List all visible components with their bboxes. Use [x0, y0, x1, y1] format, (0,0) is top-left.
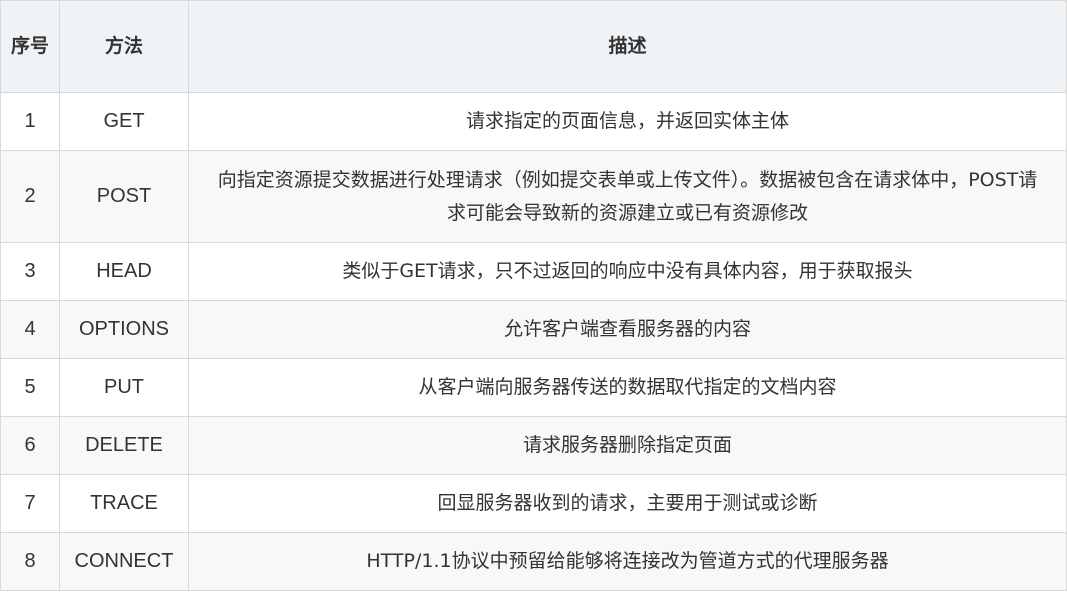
row-num: 8 — [0, 532, 60, 591]
row-desc: 向指定资源提交数据进行处理请求（例如提交表单或上传文件）。数据被包含在请求体中，… — [188, 150, 1067, 243]
table-row: 8 CONNECT HTTP/1.1协议中预留给能够将连接改为管道方式的代理服务… — [0, 532, 1067, 591]
row-num: 2 — [0, 150, 60, 243]
row-num: 5 — [0, 358, 60, 417]
row-num: 3 — [0, 242, 60, 301]
row-desc: HTTP/1.1协议中预留给能够将连接改为管道方式的代理服务器 — [188, 532, 1067, 591]
row-method: DELETE — [59, 416, 189, 475]
row-desc: 回显服务器收到的请求，主要用于测试或诊断 — [188, 474, 1067, 533]
row-method: POST — [59, 150, 189, 243]
row-method: OPTIONS — [59, 300, 189, 359]
row-desc: 请求指定的页面信息，并返回实体主体 — [188, 92, 1067, 151]
row-num: 6 — [0, 416, 60, 475]
row-method: CONNECT — [59, 532, 189, 591]
row-num: 1 — [0, 92, 60, 151]
row-method: GET — [59, 92, 189, 151]
table-row: 1 GET 请求指定的页面信息，并返回实体主体 — [0, 92, 1067, 151]
table-row: 5 PUT 从客户端向服务器传送的数据取代指定的文档内容 — [0, 358, 1067, 417]
row-desc: 从客户端向服务器传送的数据取代指定的文档内容 — [188, 358, 1067, 417]
table-header-row: 序号 方法 描述 — [0, 0, 1067, 93]
row-method: PUT — [59, 358, 189, 417]
table-row: 7 TRACE 回显服务器收到的请求，主要用于测试或诊断 — [0, 474, 1067, 533]
table-row: 6 DELETE 请求服务器删除指定页面 — [0, 416, 1067, 475]
row-method: HEAD — [59, 242, 189, 301]
row-desc: 允许客户端查看服务器的内容 — [188, 300, 1067, 359]
table-row: 4 OPTIONS 允许客户端查看服务器的内容 — [0, 300, 1067, 359]
row-num: 7 — [0, 474, 60, 533]
row-num: 4 — [0, 300, 60, 359]
header-desc: 描述 — [188, 0, 1067, 93]
row-method: TRACE — [59, 474, 189, 533]
header-num: 序号 — [0, 0, 60, 93]
http-methods-table: 序号 方法 描述 1 GET 请求指定的页面信息，并返回实体主体 2 POST … — [0, 0, 1067, 591]
row-desc: 类似于GET请求，只不过返回的响应中没有具体内容，用于获取报头 — [188, 242, 1067, 301]
table-row: 3 HEAD 类似于GET请求，只不过返回的响应中没有具体内容，用于获取报头 — [0, 242, 1067, 301]
table-row: 2 POST 向指定资源提交数据进行处理请求（例如提交表单或上传文件）。数据被包… — [0, 150, 1067, 243]
header-method: 方法 — [59, 0, 189, 93]
row-desc: 请求服务器删除指定页面 — [188, 416, 1067, 475]
